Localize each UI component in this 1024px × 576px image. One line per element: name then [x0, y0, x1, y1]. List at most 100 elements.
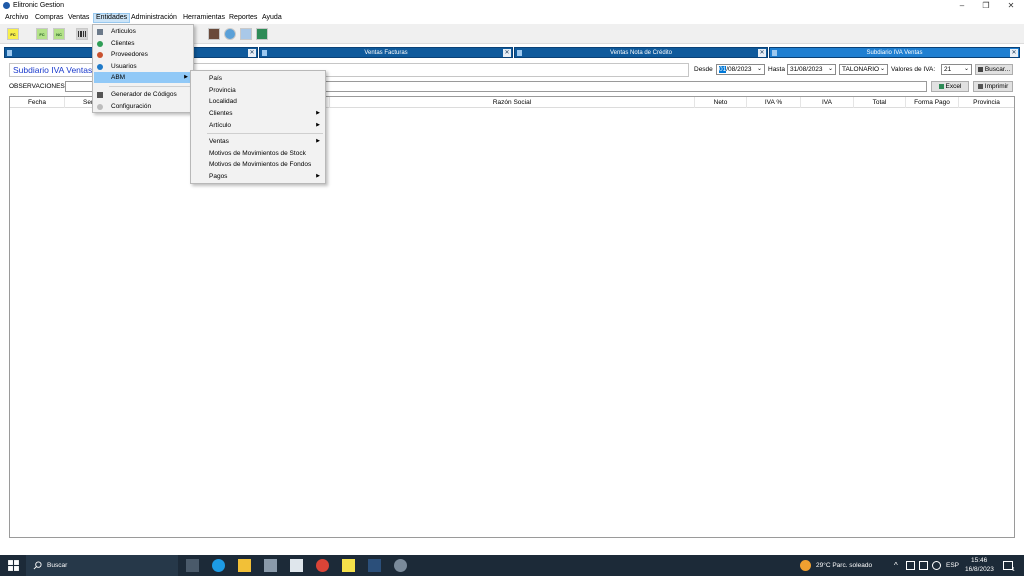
- menu-item-pais[interactable]: País: [192, 73, 324, 84]
- menu-item-proveedores[interactable]: Proveedores: [94, 49, 192, 60]
- network-icon[interactable]: [906, 561, 915, 570]
- calculator-button[interactable]: [240, 28, 252, 40]
- app-icon: [3, 2, 10, 9]
- volume-icon[interactable]: [932, 561, 941, 570]
- excel-export-button[interactable]: [256, 28, 268, 40]
- col-iva-pct[interactable]: IVA %: [747, 97, 801, 108]
- menu-separator: [207, 133, 323, 134]
- menu-ventas[interactable]: Ventas: [66, 13, 91, 23]
- monitor-icon[interactable]: [919, 561, 928, 570]
- menu-item-ventas-sub[interactable]: Ventas ▶: [192, 136, 324, 147]
- buscar-button[interactable]: Buscar...: [975, 64, 1013, 75]
- barcode-button[interactable]: [76, 28, 88, 40]
- menu-item-usuarios[interactable]: Usuarios: [94, 61, 192, 72]
- weather-text[interactable]: 29°C Parc. soleado: [816, 562, 872, 569]
- hasta-date-picker[interactable]: 31/08/2023 ⌄: [787, 64, 836, 75]
- weather-icon[interactable]: [800, 560, 811, 571]
- suppliers-icon: [97, 52, 103, 58]
- tab-subdiario-iva-ventas[interactable]: Subdiario IVA Ventas ✕: [769, 47, 1020, 58]
- buscar-label: Buscar...: [984, 66, 1011, 73]
- menu-item-abm[interactable]: ABM ▶: [94, 72, 192, 83]
- taskbar-search[interactable]: Buscar: [26, 555, 178, 576]
- printer-icon: [977, 83, 983, 89]
- stock-button[interactable]: [208, 28, 220, 40]
- excel-icon: [938, 83, 944, 89]
- menu-item-label: Motivos de Movimientos de Fondos: [209, 161, 312, 168]
- close-tab-icon[interactable]: ✕: [248, 49, 256, 57]
- hasta-value: 31/08/2023: [790, 66, 823, 73]
- col-provincia[interactable]: Provincia: [959, 97, 1014, 108]
- menu-item-label: Proveedores: [111, 51, 148, 58]
- menu-item-motivos-stock[interactable]: Motivos de Movimientos de Stock: [192, 148, 324, 159]
- menu-reportes[interactable]: Reportes: [227, 13, 259, 23]
- valores-iva-label: Valores de IVA:: [891, 66, 936, 73]
- col-fecha[interactable]: Fecha: [10, 97, 65, 108]
- edge-icon[interactable]: [212, 559, 225, 572]
- start-icon[interactable]: [7, 559, 20, 572]
- menu-item-articulo-sub[interactable]: Artículo ▶: [192, 120, 324, 131]
- tab-ventas-facturas[interactable]: Ventas Facturas ✕: [259, 47, 513, 58]
- mail-icon[interactable]: [290, 559, 303, 572]
- chrome-icon[interactable]: [316, 559, 329, 572]
- close-button[interactable]: ✕: [1001, 1, 1021, 11]
- valores-iva-select[interactable]: 21 ⌄: [941, 64, 972, 75]
- clock-date[interactable]: 16/8/2023: [965, 566, 994, 573]
- menu-compras[interactable]: Compras: [33, 13, 65, 23]
- desde-label: Desde: [694, 66, 713, 73]
- menu-item-articulos[interactable]: Articulos: [94, 26, 192, 37]
- task-view-icon[interactable]: [186, 559, 199, 572]
- col-iva[interactable]: IVA: [801, 97, 854, 108]
- elitronic-app-icon[interactable]: [368, 559, 381, 572]
- excel-button[interactable]: Excel: [931, 81, 969, 92]
- users-icon: [97, 64, 103, 70]
- credit-note-button[interactable]: NC: [53, 28, 65, 40]
- close-tab-icon[interactable]: ✕: [1010, 49, 1018, 57]
- close-tab-icon[interactable]: ✕: [758, 49, 766, 57]
- chevron-right-icon: ▶: [184, 74, 188, 80]
- app-icon[interactable]: [394, 559, 407, 572]
- menu-archivo[interactable]: Archivo: [3, 13, 30, 23]
- barcode-icon: [97, 92, 103, 98]
- maximize-button[interactable]: ❐: [976, 1, 996, 11]
- file-explorer-icon[interactable]: [238, 559, 251, 572]
- new-invoice-button[interactable]: FC: [7, 28, 19, 40]
- col-forma-pago[interactable]: Forma Pago: [906, 97, 959, 108]
- menu-item-clientes[interactable]: Clientes: [94, 38, 192, 49]
- menu-item-localidad[interactable]: Localidad: [192, 96, 324, 107]
- data-grid[interactable]: Fecha Ser Razón Social Neto IVA % IVA To…: [9, 96, 1015, 538]
- menu-item-generador-codigos[interactable]: Generador de Códigos: [94, 89, 192, 100]
- gear-icon: [97, 104, 103, 110]
- menu-administracion[interactable]: Administración: [129, 13, 179, 23]
- menu-item-label: Artículo: [209, 122, 232, 129]
- close-tab-icon[interactable]: ✕: [503, 49, 511, 57]
- minimize-button[interactable]: –: [952, 1, 972, 11]
- sticky-notes-icon[interactable]: [342, 559, 355, 572]
- talonario-select[interactable]: TALONARIO ⌄: [839, 64, 888, 75]
- clock-time[interactable]: 15:46: [971, 557, 987, 564]
- invoice-button[interactable]: FC: [36, 28, 48, 40]
- col-neto[interactable]: Neto: [695, 97, 747, 108]
- observaciones-label: OBSERVACIONES:: [9, 83, 67, 90]
- desde-rest: /08/2023: [726, 66, 752, 73]
- language-indicator[interactable]: ESP: [946, 562, 959, 569]
- menu-item-configuracion[interactable]: Configuración: [94, 101, 192, 112]
- menu-entidades[interactable]: Entidades: [93, 13, 131, 23]
- menu-item-clientes-sub[interactable]: Clientes ▶: [192, 108, 324, 119]
- menu-item-motivos-fondos[interactable]: Motivos de Movimientos de Fondos: [192, 159, 324, 170]
- imprimir-button[interactable]: Imprimir: [973, 81, 1013, 92]
- notification-count: 1: [1012, 567, 1015, 573]
- web-button[interactable]: [224, 28, 236, 40]
- menu-herramientas[interactable]: Herramientas: [181, 13, 227, 23]
- menu-item-provincia[interactable]: Provincia: [192, 85, 324, 96]
- menu-item-label: Localidad: [209, 98, 237, 105]
- chevron-up-icon[interactable]: ^: [894, 561, 898, 570]
- chevron-down-icon: ⌄: [963, 66, 969, 72]
- search-placeholder: Buscar: [47, 562, 68, 569]
- tab-ventas-nota-credito[interactable]: Ventas Nota de Crédito ✕: [514, 47, 768, 58]
- menu-ayuda[interactable]: Ayuda: [260, 13, 284, 23]
- menu-item-pagos-sub[interactable]: Pagos ▶: [192, 171, 324, 182]
- desde-date-picker[interactable]: 01/08/2023 ⌄: [716, 64, 765, 75]
- col-razon-social[interactable]: Razón Social: [330, 97, 695, 108]
- store-icon[interactable]: [264, 559, 277, 572]
- col-total[interactable]: Total: [854, 97, 906, 108]
